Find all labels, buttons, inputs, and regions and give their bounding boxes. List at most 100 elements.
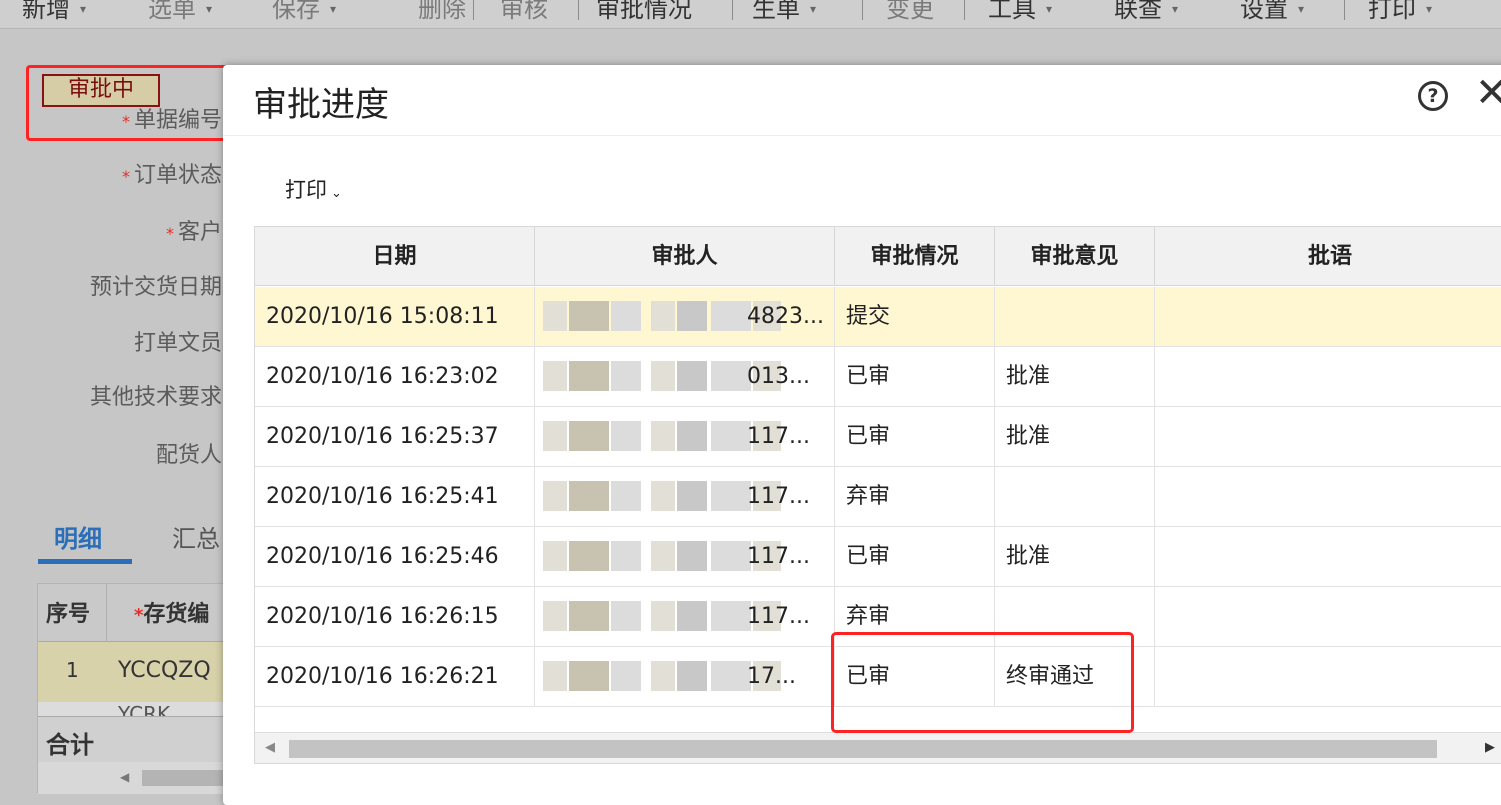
menu-item[interactable]: 保存 — [272, 0, 320, 24]
grid-total-label: 合计 — [46, 731, 94, 759]
menu-item[interactable]: 变更 — [886, 0, 934, 24]
cell-opinion: 批准 — [995, 347, 1155, 406]
tab-detail[interactable]: 明细 — [54, 519, 102, 554]
grid-scrollbar[interactable]: ◀ — [38, 762, 228, 794]
grid-col-code: *存货编 — [134, 602, 210, 627]
redaction-block — [651, 301, 675, 331]
redaction-block — [611, 481, 641, 511]
menu-item[interactable]: 审批情况 — [596, 0, 692, 24]
cell-remark — [1155, 587, 1501, 646]
redaction-block — [569, 661, 609, 691]
col-header-date[interactable]: 日期 — [255, 227, 535, 286]
menu-item[interactable]: 联查 — [1114, 0, 1162, 24]
table-row[interactable]: YCRK — [38, 702, 228, 716]
menu-item[interactable]: 生单 — [752, 0, 800, 24]
redaction-block — [569, 421, 609, 451]
menu-item[interactable]: 新增 — [22, 0, 70, 24]
redaction-block — [677, 661, 707, 691]
menu-item[interactable]: 审核 — [500, 0, 548, 24]
table-row[interactable]: 2020/10/16 16:25:41 117... 弃审 — [255, 467, 1501, 527]
table-row[interactable]: 2020/10/16 16:25:37 117... 已审 批准 — [255, 407, 1501, 467]
table-row[interactable]: 2020/10/16 16:25:46 117... 已审 批准 — [255, 527, 1501, 587]
cell-approver: 013... — [535, 347, 835, 406]
redaction-block — [711, 361, 751, 391]
cell-status: 提交 — [835, 287, 995, 346]
redaction-block — [611, 601, 641, 631]
menu-item[interactable]: 设置 — [1240, 0, 1288, 24]
form-label-text: 其他技术要求 — [89, 385, 222, 410]
tab-active-underline — [38, 559, 132, 564]
cell-date: 2020/10/16 16:25:46 — [255, 527, 535, 586]
scroll-thumb[interactable] — [142, 770, 228, 786]
redaction-block — [611, 421, 641, 451]
menu-item[interactable]: 选单 — [148, 0, 196, 24]
form-label-text: 订单状态 — [133, 163, 222, 188]
detail-grid: 序号 *存货编 1 YCCQZQ YCRK 合计 ◀ — [37, 583, 228, 794]
col-header-approver[interactable]: 审批人 — [535, 227, 835, 286]
scroll-right-icon[interactable]: ▶ — [1485, 740, 1495, 755]
form-label: 配货人 — [156, 437, 222, 469]
redaction-block — [611, 301, 641, 331]
menu-item[interactable]: 工具 — [988, 0, 1036, 24]
cell-date: 2020/10/16 16:26:21 — [255, 647, 535, 706]
redaction-block — [677, 301, 707, 331]
redaction-block — [569, 361, 609, 391]
redaction-block — [651, 481, 675, 511]
form-label-text: 预计交货日期 — [89, 275, 222, 300]
help-icon[interactable]: ? — [1418, 81, 1448, 111]
form-label: 预计交货日期 — [90, 269, 222, 301]
cell-status: 已审 — [835, 347, 995, 406]
col-header-remark[interactable]: 批语 — [1155, 227, 1501, 286]
scroll-left-icon[interactable]: ◀ — [120, 770, 129, 784]
cell-remark — [1155, 407, 1501, 466]
form-label-text: 单据编号 — [133, 108, 222, 133]
chevron-down-icon: ▾ — [206, 2, 213, 16]
redaction-block — [651, 421, 675, 451]
redaction-block — [651, 361, 675, 391]
form-label: 其他技术要求 — [90, 379, 222, 411]
close-icon[interactable]: ✕ — [1475, 73, 1501, 113]
horizontal-scrollbar[interactable]: ◀ ▶ — [255, 732, 1501, 763]
tab-summary[interactable]: 汇总 — [172, 519, 220, 554]
cell-approver: 17... — [535, 647, 835, 706]
chevron-down-icon: ▾ — [1046, 2, 1053, 16]
redaction-block — [543, 541, 567, 571]
table-row[interactable]: 1 YCCQZQ — [38, 642, 228, 702]
print-button[interactable]: 打印 ⌄ — [285, 174, 342, 204]
approver-id-tail: 117... — [747, 544, 810, 569]
grid-cell-code: YCCQZQ — [118, 658, 211, 683]
form-label-text: 打单文员 — [133, 331, 222, 356]
col-header-status[interactable]: 审批情况 — [835, 227, 995, 286]
grid-col-seq: 序号 — [46, 602, 91, 627]
cell-opinion — [995, 467, 1155, 526]
redaction-block — [651, 661, 675, 691]
grid-footer: 合计 — [38, 716, 228, 762]
highlight-final-approval-box — [831, 632, 1134, 733]
redaction-block — [569, 301, 609, 331]
cell-approver: 117... — [535, 587, 835, 646]
chevron-down-icon: ▾ — [80, 2, 87, 16]
required-mark: * — [121, 167, 130, 186]
form-label: 打单文员 — [134, 325, 222, 357]
cell-status: 已审 — [835, 527, 995, 586]
cell-date: 2020/10/16 16:26:15 — [255, 587, 535, 646]
menu-item[interactable]: 删除 — [418, 0, 466, 24]
cell-opinion — [995, 287, 1155, 346]
redaction-block — [651, 601, 675, 631]
grid-cell-seq: 1 — [66, 658, 79, 682]
redaction-block — [711, 541, 751, 571]
menu-divider — [732, 0, 733, 20]
table-row[interactable]: 2020/10/16 15:08:11 4823... 提交 — [255, 287, 1501, 347]
dialog-toolbar: 打印 ⌄ — [223, 135, 1501, 215]
chevron-down-icon: ⌄ — [331, 186, 342, 201]
menu-item[interactable]: 打印 — [1368, 0, 1416, 24]
form-label-text: 配货人 — [155, 443, 222, 468]
redaction-block — [711, 421, 751, 451]
table-row[interactable]: 2020/10/16 16:23:02 013... 已审 批准 — [255, 347, 1501, 407]
chevron-down-icon: ▾ — [330, 2, 337, 16]
chevron-down-icon: ▾ — [1298, 2, 1305, 16]
col-header-opinion[interactable]: 审批意见 — [995, 227, 1155, 286]
chevron-down-icon: ▾ — [1172, 2, 1179, 16]
scroll-thumb[interactable] — [289, 740, 1437, 758]
scroll-left-icon[interactable]: ◀ — [265, 740, 275, 755]
